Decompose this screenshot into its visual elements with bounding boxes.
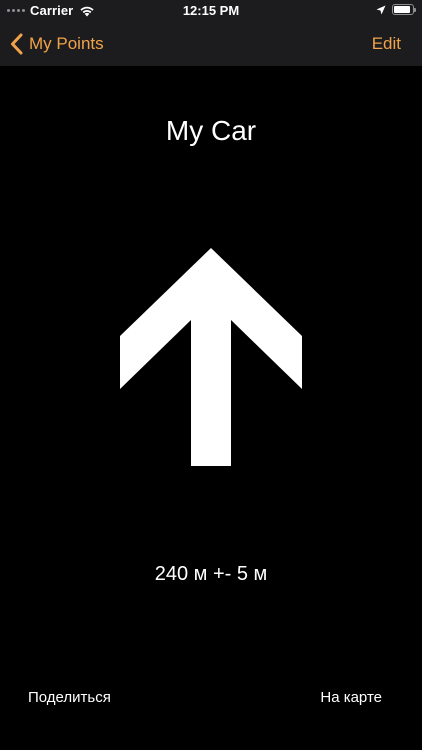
point-title: My Car (165, 115, 257, 146)
location-icon (376, 5, 386, 14)
status-right (376, 4, 416, 15)
share-button[interactable]: Поделиться (28, 689, 111, 706)
chevron-left-icon (11, 33, 23, 55)
distance-label: 240 м +- 5 м (154, 563, 268, 585)
status-bar: Carrier 12:15 PM (0, 0, 422, 22)
edit-button[interactable]: Edit (372, 22, 401, 66)
battery-icon (392, 4, 416, 15)
back-button-label: My Points (29, 34, 104, 53)
back-button[interactable]: My Points (10, 22, 104, 66)
screen: Carrier 12:15 PM My Points Edit My Car 2… (0, 0, 422, 750)
direction-arrow-icon (120, 248, 302, 466)
battery-fill (394, 6, 410, 13)
status-time: 12:15 PM (182, 3, 240, 18)
show-on-map-button[interactable]: На карте (320, 689, 382, 706)
navigation-bar: My Points Edit (0, 22, 422, 66)
